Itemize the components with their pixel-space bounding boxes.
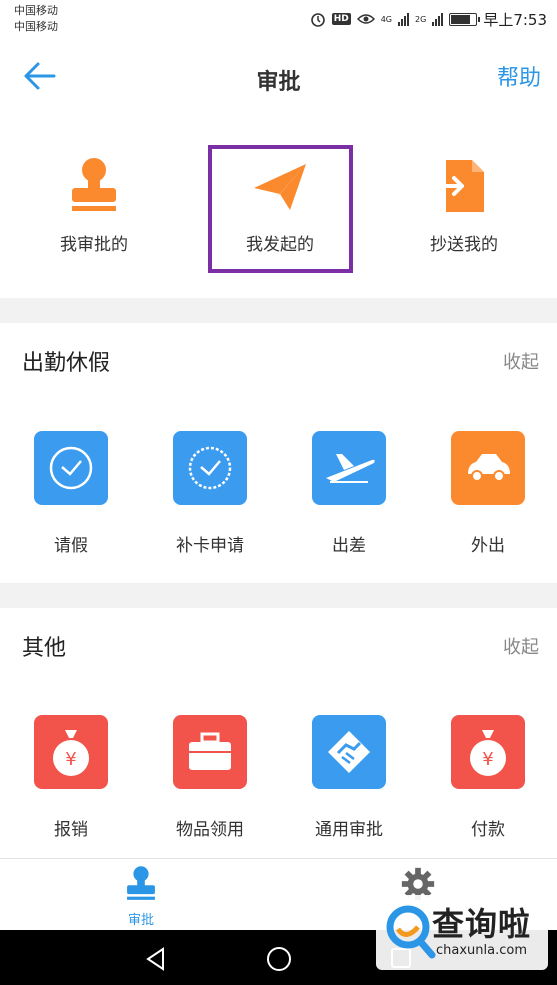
app-business-trip[interactable]: 出差: [299, 431, 399, 556]
attendance-collapse-button[interactable]: 收起: [503, 348, 539, 374]
app-leave[interactable]: 请假: [21, 431, 121, 556]
other-title: 其他: [22, 636, 67, 661]
tab-cc-to-me-label: 抄送我的: [430, 235, 498, 255]
highlight-box: [208, 145, 353, 273]
airplane-icon: [312, 431, 386, 505]
tab-approval-label: 审批: [127, 913, 154, 928]
forward-document-icon: [434, 156, 494, 216]
app-reimbursement-label: 报销: [54, 820, 88, 840]
net-type-1: 4G: [380, 14, 393, 24]
alarm-icon: [310, 13, 325, 27]
app-going-out-label: 外出: [471, 536, 505, 556]
watermark-title: 查询啦: [432, 905, 532, 943]
status-bar: 中国移动 中国移动 HD 4G 2G 早上7:53: [0, 0, 557, 40]
app-reimbursement[interactable]: ¥ 报销: [21, 715, 121, 840]
handshake-icon: [312, 715, 386, 789]
tab-my-approvals-label: 我审批的: [60, 235, 128, 255]
other-collapse-button[interactable]: 收起: [503, 633, 539, 659]
svg-text:¥: ¥: [482, 749, 493, 770]
app-leave-label: 请假: [54, 536, 88, 556]
help-button[interactable]: 帮助: [497, 60, 541, 92]
tab-cc-to-me[interactable]: 抄送我的: [394, 148, 534, 258]
clock-time: 早上7:53: [483, 10, 547, 29]
attendance-title: 出勤休假: [22, 351, 111, 376]
app-clock-correction[interactable]: 补卡申请: [160, 431, 260, 556]
svg-text:¥: ¥: [65, 749, 76, 770]
eye-icon: [356, 14, 375, 24]
page-title: 审批: [256, 70, 301, 95]
app-going-out[interactable]: 外出: [438, 431, 538, 556]
net-type-2: 2G: [415, 14, 427, 24]
clock-icon: [173, 431, 247, 505]
app-item-requisition[interactable]: 物品领用: [160, 715, 260, 840]
nav-bar: 审批 帮助: [0, 40, 557, 118]
clock-icon: [34, 431, 108, 505]
app-general-approval-label: 通用审批: [315, 820, 383, 840]
carrier-1: 中国移动: [14, 4, 58, 17]
signal-2-icon: [432, 12, 444, 26]
magnifier-logo-icon: [386, 905, 436, 959]
car-icon: [451, 431, 525, 505]
stamp-icon: [127, 866, 155, 900]
tab-approval[interactable]: 审批: [101, 865, 181, 928]
app-clock-correction-label: 补卡申请: [176, 536, 244, 556]
signal-1-icon: [398, 12, 410, 26]
hd-badge: HD: [331, 13, 351, 25]
app-general-approval[interactable]: 通用审批: [299, 715, 399, 840]
app-payment[interactable]: ¥ 付款: [438, 715, 538, 840]
status-icons: HD 4G 2G 早上7:53: [310, 9, 547, 29]
toolbox-icon: [173, 715, 247, 789]
nav-home-icon[interactable]: [266, 946, 292, 972]
nav-back-icon[interactable]: [143, 946, 169, 972]
other-section: 其他 收起 ¥ 报销 物品领用 通用审批 ¥ 付款: [0, 608, 557, 858]
app-payment-label: 付款: [471, 820, 505, 840]
money-bag-icon: ¥: [34, 715, 108, 789]
app-item-requisition-label: 物品领用: [176, 820, 244, 840]
battery-icon: [449, 12, 481, 26]
tab-my-approvals[interactable]: 我审批的: [24, 148, 164, 258]
attendance-section: 出勤休假 收起 请假 补卡申请 出差 外出: [0, 323, 557, 583]
carrier-2: 中国移动: [14, 20, 58, 33]
watermark-logo: 查询啦 chaxunla.com: [376, 895, 548, 970]
app-business-trip-label: 出差: [332, 536, 366, 556]
watermark-url: chaxunla.com: [436, 943, 527, 958]
money-bag-icon: ¥: [451, 715, 525, 789]
stamp-icon: [64, 156, 124, 216]
